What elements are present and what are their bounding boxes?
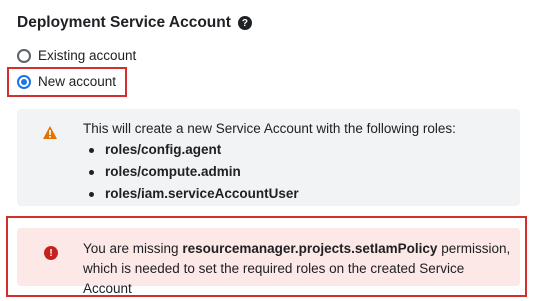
error-message: You are missing resourcemanager.projects… — [83, 239, 513, 299]
bullet-icon — [89, 147, 94, 153]
roles-list: roles/config.agent roles/compute.admin r… — [89, 139, 299, 205]
existing-account-label: Existing account — [38, 48, 137, 63]
warning-icon — [43, 126, 57, 139]
role-name: roles/compute.admin — [105, 164, 241, 179]
role-item: roles/config.agent — [89, 139, 299, 161]
info-text: This will create a new Service Account w… — [83, 121, 456, 136]
new-account-radio-option[interactable]: New account — [17, 74, 116, 89]
role-item: roles/iam.serviceAccountUser — [89, 183, 299, 205]
section-header: Deployment Service Account ? — [17, 14, 252, 32]
missing-permission-error: ! You are missing resourcemanager.projec… — [17, 228, 520, 296]
error-icon: ! — [44, 246, 58, 260]
existing-account-radio[interactable] — [17, 48, 31, 63]
error-text-prefix: You are missing — [83, 241, 183, 256]
section-title: Deployment Service Account — [17, 14, 231, 31]
new-account-radio[interactable] — [17, 74, 31, 89]
help-icon[interactable]: ? — [237, 16, 252, 30]
bullet-icon — [89, 169, 94, 175]
bullet-icon — [89, 191, 94, 197]
role-name: roles/config.agent — [105, 142, 222, 157]
role-item: roles/compute.admin — [89, 161, 299, 183]
new-account-label: New account — [38, 74, 117, 89]
missing-permission-name: resourcemanager.projects.setIamPolicy — [182, 241, 438, 256]
role-name: roles/iam.serviceAccountUser — [105, 186, 299, 201]
roles-info-box: This will create a new Service Account w… — [17, 109, 520, 206]
existing-account-radio-option[interactable]: Existing account — [17, 48, 136, 63]
